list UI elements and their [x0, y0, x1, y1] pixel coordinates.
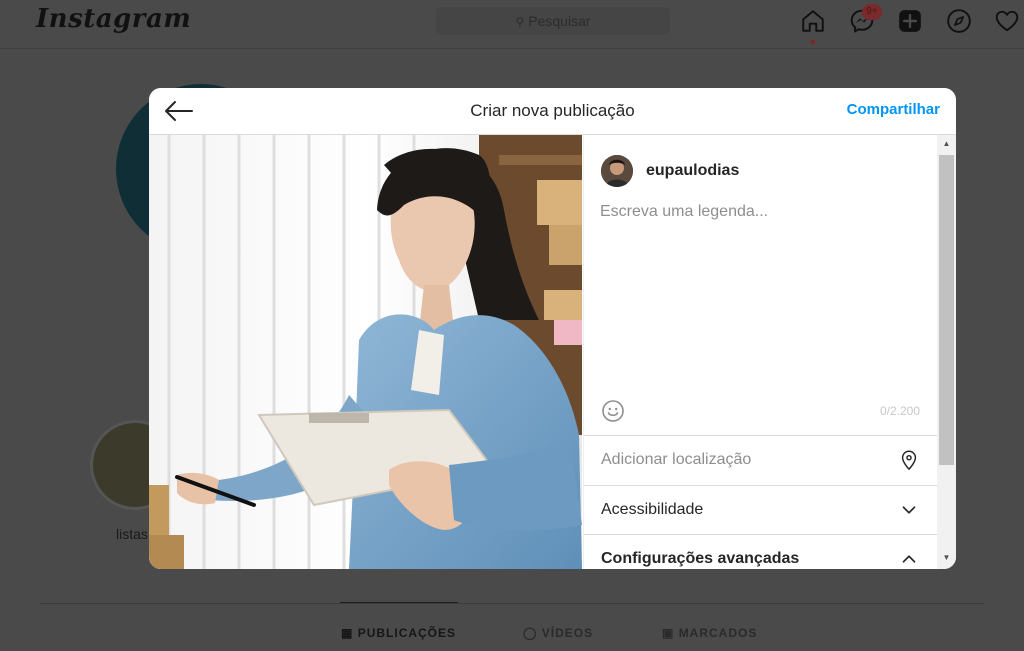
tab-label: MARCADOS: [678, 626, 758, 640]
scrollbar-thumb[interactable]: [939, 155, 954, 465]
modal-header: Criar nova publicação Compartilhar: [149, 88, 956, 135]
avatar[interactable]: [601, 155, 633, 187]
active-tab-indicator: [340, 602, 458, 603]
scroll-down-arrow[interactable]: ▼: [937, 551, 956, 565]
advanced-settings-label: Configurações avançadas: [601, 550, 800, 567]
explore-icon[interactable]: [946, 8, 972, 34]
heart-icon[interactable]: [994, 8, 1020, 34]
avatar-image: [601, 155, 633, 187]
post-photo: [149, 135, 582, 569]
add-location-row[interactable]: Adicionar localização: [584, 435, 937, 485]
share-button[interactable]: Compartilhar: [847, 101, 940, 118]
emoji-icon[interactable]: [601, 399, 625, 423]
home-icon[interactable]: [800, 8, 826, 34]
new-post-icon[interactable]: [897, 8, 923, 34]
active-indicator: [811, 40, 815, 44]
story-highlight-label: listas: [116, 526, 148, 542]
search-icon: ⚲: [515, 15, 525, 29]
tab-label: PUBLICAÇÕES: [357, 626, 457, 640]
advanced-settings-row[interactable]: Configurações avançadas: [584, 534, 937, 569]
caption-char-count: 0/2.200: [879, 404, 920, 418]
tab-publicacoes[interactable]: ▦ PUBLICAÇÕES: [341, 626, 456, 640]
accessibility-row[interactable]: Acessibilidade: [584, 485, 937, 535]
top-navigation-bar: Instagram ⚲ Pesquisar 9+: [0, 0, 1024, 49]
caption-input[interactable]: [600, 203, 920, 393]
search-input[interactable]: ⚲ Pesquisar: [436, 7, 670, 35]
video-icon: ◯: [523, 626, 538, 640]
tagged-icon: ▣: [662, 626, 675, 640]
tab-label: VÍDEOS: [541, 626, 594, 640]
create-post-modal: Criar nova publicação Compartilhar eupau…: [149, 88, 956, 569]
chevron-down-icon: [902, 506, 916, 514]
post-image-preview: [149, 135, 582, 569]
chevron-up-icon: [902, 555, 916, 563]
username: eupaulodias: [646, 162, 740, 179]
panel-scrollbar[interactable]: ▲ ▼: [937, 135, 956, 569]
grid-icon: ▦: [341, 626, 354, 640]
tab-marcados[interactable]: ▣ MARCADOS: [662, 626, 757, 640]
modal-title: Criar nova publicação: [470, 101, 635, 120]
instagram-logo[interactable]: Instagram: [36, 4, 191, 34]
add-location-label: Adicionar localização: [601, 451, 752, 468]
scroll-up-arrow[interactable]: ▲: [937, 137, 956, 151]
post-details-panel: eupaulodias 0/2.200 Adicionar localizaçã…: [583, 135, 937, 569]
notification-badge: 9+: [862, 4, 882, 20]
search-placeholder: Pesquisar: [528, 13, 591, 29]
location-pin-icon: [901, 450, 917, 471]
accessibility-label: Acessibilidade: [601, 501, 704, 518]
tabs-divider: [40, 603, 984, 604]
tab-videos[interactable]: ◯ VÍDEOS: [523, 626, 593, 640]
